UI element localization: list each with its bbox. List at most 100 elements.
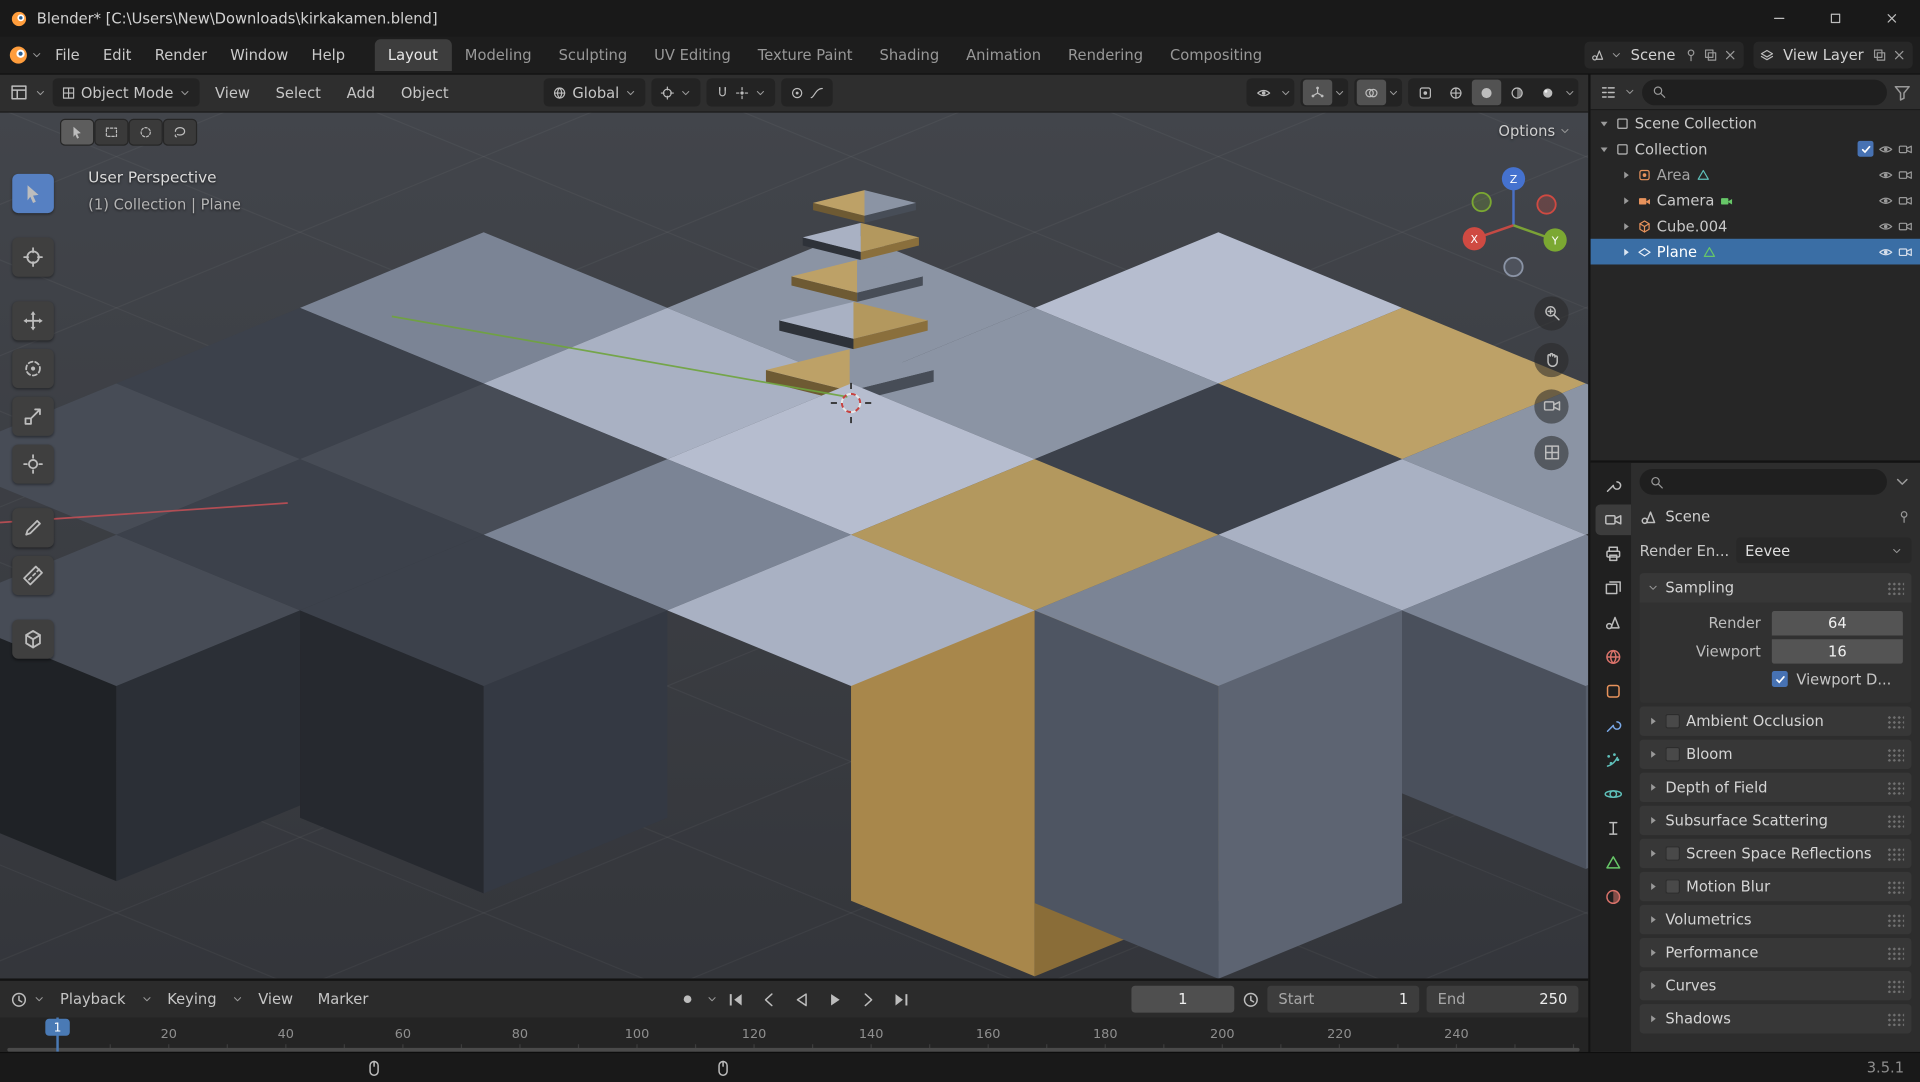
jump-to-start-button[interactable]: [721, 986, 750, 1013]
scene-name[interactable]: Scene: [1627, 47, 1679, 64]
chevron-down-icon[interactable]: [1280, 87, 1292, 99]
viewport-denoise-checkbox[interactable]: [1771, 671, 1788, 687]
minimize-button[interactable]: [1751, 0, 1807, 37]
drag-dots-icon[interactable]: [1886, 945, 1905, 960]
props-tab-view-layer[interactable]: [1596, 573, 1632, 604]
shading-wireframe-button[interactable]: [1441, 80, 1470, 106]
select-lasso-button[interactable]: [164, 119, 196, 145]
tab-rendering[interactable]: Rendering: [1055, 39, 1157, 71]
transform-orientation-dropdown[interactable]: Global: [544, 78, 645, 108]
navigation-gizmo[interactable]: Z X Y: [1461, 162, 1571, 280]
props-tab-render[interactable]: [1595, 504, 1632, 536]
new-layer-icon[interactable]: [1872, 48, 1887, 63]
props-tab-modifiers[interactable]: [1596, 710, 1632, 741]
chevron-down-icon[interactable]: [1610, 49, 1622, 61]
eye-icon[interactable]: [1878, 141, 1893, 156]
ambient-occlusion-checkbox[interactable]: [1665, 713, 1681, 729]
section-sampling[interactable]: Sampling: [1639, 573, 1912, 603]
select-circle-button[interactable]: [129, 119, 162, 145]
pan-button[interactable]: [1534, 342, 1569, 378]
drag-dots-icon[interactable]: [1886, 1012, 1905, 1026]
section-subsurface-scattering[interactable]: Subsurface Scattering: [1639, 805, 1912, 836]
move-tool[interactable]: [12, 301, 54, 341]
axis-x-neg-ball[interactable]: [1536, 194, 1557, 215]
overlays-button[interactable]: [1356, 80, 1387, 106]
camera-visibility-icon[interactable]: [1898, 167, 1913, 182]
camera-visibility-icon[interactable]: [1898, 141, 1913, 156]
menu-render[interactable]: Render: [144, 42, 218, 69]
section-performance[interactable]: Performance: [1639, 937, 1912, 968]
motion-blur-checkbox[interactable]: [1665, 879, 1681, 894]
select-tweak-button[interactable]: [61, 119, 94, 145]
options-dropdown[interactable]: Options: [1498, 122, 1571, 139]
outliner-row-cube004[interactable]: Cube.004: [1591, 213, 1920, 239]
chevron-down-icon[interactable]: [34, 87, 46, 99]
pivot-point-dropdown[interactable]: [651, 78, 701, 108]
section-ambient-occlusion[interactable]: Ambient Occlusion: [1639, 706, 1912, 736]
menu-select[interactable]: Select: [266, 80, 331, 107]
outliner-editor-icon[interactable]: [1599, 83, 1617, 101]
props-tab-constraints[interactable]: [1596, 813, 1632, 844]
timeline-ruler[interactable]: 20 40 60 80 100 120 140 160 180 200 220 240 1: [0, 1017, 1589, 1052]
view-layer-icon[interactable]: [1760, 48, 1775, 63]
play-reverse-button[interactable]: [787, 986, 816, 1013]
section-motion-blur[interactable]: Motion Blur: [1639, 871, 1912, 902]
menu-playback[interactable]: Playback: [50, 986, 135, 1013]
section-screen-space-reflections[interactable]: Screen Space Reflections: [1639, 838, 1912, 869]
proportional-editing-dropdown[interactable]: [780, 78, 833, 108]
tab-sculpting[interactable]: Sculpting: [545, 39, 641, 71]
3d-viewport-canvas[interactable]: [0, 112, 1589, 979]
shading-rendered-button[interactable]: [1533, 80, 1562, 106]
camera-visibility-icon[interactable]: [1898, 244, 1913, 259]
menu-window[interactable]: Window: [219, 42, 299, 69]
props-tab-object[interactable]: [1596, 676, 1632, 707]
render-samples-field[interactable]: 64: [1771, 610, 1903, 635]
section-depth-of-field[interactable]: Depth of Field: [1639, 772, 1912, 803]
tab-shading[interactable]: Shading: [866, 39, 953, 71]
render-engine-dropdown[interactable]: Eevee: [1736, 537, 1912, 564]
prev-keyframe-button[interactable]: [754, 986, 783, 1013]
drag-dots-icon[interactable]: [1886, 581, 1905, 595]
menu-view-timeline[interactable]: View: [248, 986, 302, 1013]
scene-icon[interactable]: [1590, 48, 1605, 63]
chevron-down-icon[interactable]: [1893, 473, 1911, 491]
shading-material-button[interactable]: [1502, 80, 1531, 106]
drag-dots-icon[interactable]: [1886, 747, 1905, 762]
drag-dots-icon[interactable]: [1886, 879, 1905, 894]
props-tab-particles[interactable]: [1596, 744, 1632, 775]
transform-tool[interactable]: [12, 444, 54, 484]
zoom-button[interactable]: [1534, 296, 1569, 331]
menu-marker[interactable]: Marker: [308, 986, 378, 1013]
jump-to-end-button[interactable]: [887, 986, 916, 1013]
props-tab-world[interactable]: [1596, 642, 1632, 673]
axis-y-neg-ball[interactable]: [1471, 191, 1492, 213]
outliner-row-collection[interactable]: Collection: [1591, 136, 1920, 162]
cursor-tool[interactable]: [12, 237, 54, 277]
eye-icon[interactable]: [1878, 219, 1893, 234]
drag-dots-icon[interactable]: [1886, 780, 1905, 795]
expand-icon[interactable]: [1598, 117, 1610, 129]
view-layer-name[interactable]: View Layer: [1780, 47, 1868, 64]
outliner-row-camera[interactable]: Camera: [1591, 187, 1920, 213]
tab-texture-paint[interactable]: Texture Paint: [744, 39, 866, 71]
3d-viewport[interactable]: Options User Perspective (1) Collection …: [0, 112, 1589, 979]
axis-z-neg-ball[interactable]: [1503, 256, 1524, 277]
tab-layout[interactable]: Layout: [374, 39, 452, 72]
timeline-editor-icon[interactable]: [10, 990, 28, 1008]
props-tab-output[interactable]: [1596, 539, 1632, 570]
new-scene-icon[interactable]: [1704, 48, 1719, 63]
chevron-down-icon[interactable]: [33, 993, 45, 1005]
filter-icon[interactable]: [1893, 83, 1911, 101]
pin-icon[interactable]: [1897, 509, 1912, 524]
expand-icon[interactable]: [1598, 143, 1610, 155]
next-keyframe-button[interactable]: [853, 986, 882, 1013]
section-shadows[interactable]: Shadows: [1639, 1004, 1912, 1034]
shading-solid-button[interactable]: [1471, 80, 1502, 106]
menu-keying[interactable]: Keying: [157, 986, 226, 1013]
expand-icon[interactable]: [1620, 194, 1632, 206]
use-preview-range-icon[interactable]: [1242, 990, 1260, 1008]
expand-icon[interactable]: [1620, 168, 1632, 180]
section-curves[interactable]: Curves: [1639, 971, 1912, 1001]
expand-icon[interactable]: [1620, 220, 1632, 232]
drag-dots-icon[interactable]: [1886, 912, 1905, 927]
